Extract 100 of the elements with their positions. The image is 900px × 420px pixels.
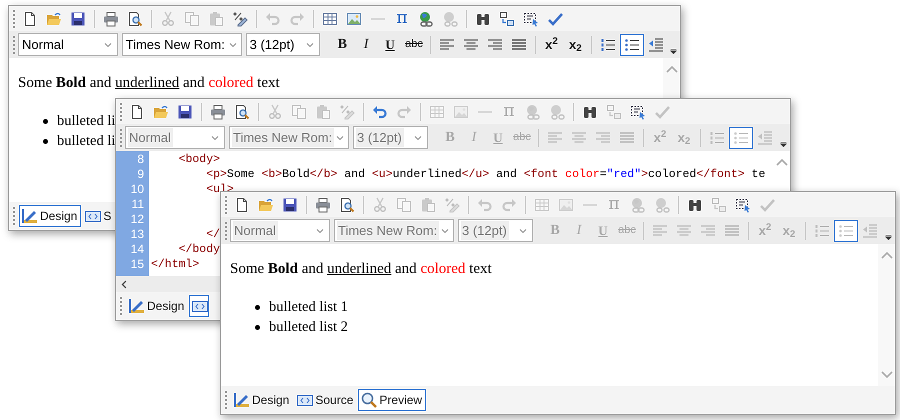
bulleted-list-icon (733, 130, 749, 146)
align-right-icon (595, 130, 611, 146)
printer-icon (103, 10, 119, 26)
list-item-text: bulleted list 2 (269, 318, 348, 337)
design-tab[interactable]: Design (126, 295, 188, 317)
grip-handle[interactable] (13, 10, 16, 28)
undo-arrow-icon (372, 104, 388, 120)
grip-handle[interactable] (225, 391, 228, 409)
chevron-down-icon (884, 232, 892, 242)
page-icon (234, 196, 250, 212)
source-tab[interactable]: S (82, 205, 112, 227)
scroll-down-icon (880, 371, 892, 378)
scissors-icon (372, 196, 388, 212)
undo-arrow-icon (265, 10, 281, 26)
bulleted-list-button[interactable] (620, 34, 644, 56)
paragraph-text: Some Bold and underlined and colored text (230, 260, 493, 279)
bulleted-list-icon (838, 222, 854, 238)
code-brackets-icon (85, 208, 102, 224)
code-line: </html> (151, 257, 200, 272)
list-item-text: bulleted li (57, 132, 116, 151)
code-brackets-icon (192, 298, 208, 314)
globe-chain-icon (418, 10, 434, 26)
table-grid-icon (322, 10, 338, 26)
design-tab[interactable]: Design (19, 205, 82, 227)
scissors-icon (160, 10, 176, 26)
font-size-dropdown[interactable]: 3 (12pt) (246, 33, 320, 56)
justify-icon (619, 130, 635, 146)
ruler-pencil-icon (22, 208, 38, 224)
folder-icon (258, 196, 274, 212)
image-icon (453, 104, 469, 120)
page-icon (129, 104, 145, 120)
line-number: 14 (130, 242, 145, 257)
grip-handle[interactable] (120, 297, 123, 315)
check-mark-icon (547, 10, 563, 26)
grip-handle[interactable] (120, 128, 123, 146)
chevron-down-icon (778, 140, 788, 148)
align-left-icon (652, 222, 668, 238)
source-tab[interactable]: Source (294, 389, 358, 411)
grip-handle[interactable] (225, 222, 228, 240)
printer-icon (210, 104, 226, 120)
align-right-icon (700, 222, 716, 238)
image-icon (558, 196, 574, 212)
align-left-icon (438, 36, 455, 52)
replace-arrows-icon (606, 104, 622, 120)
table-grid-icon (429, 104, 445, 120)
italic-button[interactable]: I (354, 34, 378, 56)
page-magnifier-icon (234, 104, 250, 120)
eraser-icon (232, 10, 248, 26)
insert-symbol-button[interactable]: π (390, 8, 414, 30)
paragraph-style-dropdown[interactable]: Normal (18, 33, 118, 56)
undo-arrow-icon (477, 196, 493, 212)
align-right-icon (486, 36, 503, 52)
outdent-icon (648, 36, 664, 52)
list-item-text: bulleted list 1 (269, 298, 348, 317)
line-number: 13 (130, 227, 145, 242)
replace-arrows-icon (499, 10, 515, 26)
ruler-pencil-icon (129, 298, 145, 314)
line-number: 9 (136, 167, 145, 182)
subscript-button[interactable]: x$_{2}$ (563, 34, 588, 56)
horizontal-scrollbar[interactable] (116, 276, 220, 292)
source-tab[interactable] (189, 295, 210, 317)
grip-handle[interactable] (225, 196, 228, 214)
image-icon (346, 10, 362, 26)
paragraph-text: Some Bold and underlined and colored text (18, 74, 281, 93)
grip-handle[interactable] (120, 102, 123, 120)
page-icon (22, 10, 38, 26)
page-magnifier-icon (127, 10, 143, 26)
superscript-button[interactable]: x$^{2}$ (540, 34, 564, 56)
clipboard-icon (208, 10, 224, 26)
scroll-up-icon (666, 66, 678, 73)
globe-chain-icon (549, 104, 565, 120)
line-number: 12 (130, 212, 145, 227)
line-number: 11 (130, 197, 145, 212)
check-mark-icon (654, 104, 670, 120)
justify-icon (724, 222, 740, 238)
font-name-dropdown[interactable]: Times New Rom: (122, 33, 242, 56)
preview-tab[interactable]: Preview (358, 389, 426, 411)
horizontal-line-icon (478, 110, 492, 112)
eraser-icon (444, 196, 460, 212)
scissors-icon (267, 104, 283, 120)
redo-arrow-icon (396, 104, 412, 120)
page-magnifier-icon (339, 196, 355, 212)
code-brackets-icon (297, 392, 314, 408)
line-number: 10 (130, 182, 145, 197)
grip-handle[interactable] (13, 36, 16, 54)
table-grid-icon (534, 196, 550, 212)
folder-icon (153, 104, 169, 120)
pages-icon (291, 104, 307, 120)
grip-handle[interactable] (13, 207, 16, 225)
strikethrough-button[interactable]: abc (402, 34, 426, 56)
dotted-selection-icon (630, 104, 646, 120)
design-tab[interactable]: Design (231, 389, 294, 411)
pages-icon (184, 10, 200, 26)
bulleted-list-icon (624, 36, 640, 52)
bold-button[interactable]: B (330, 34, 354, 56)
align-center-icon (571, 130, 587, 146)
redo-arrow-icon (501, 196, 517, 212)
globe-chain-icon (442, 10, 458, 26)
underline-button[interactable]: U (378, 34, 402, 56)
scroll-up-icon (880, 252, 892, 259)
